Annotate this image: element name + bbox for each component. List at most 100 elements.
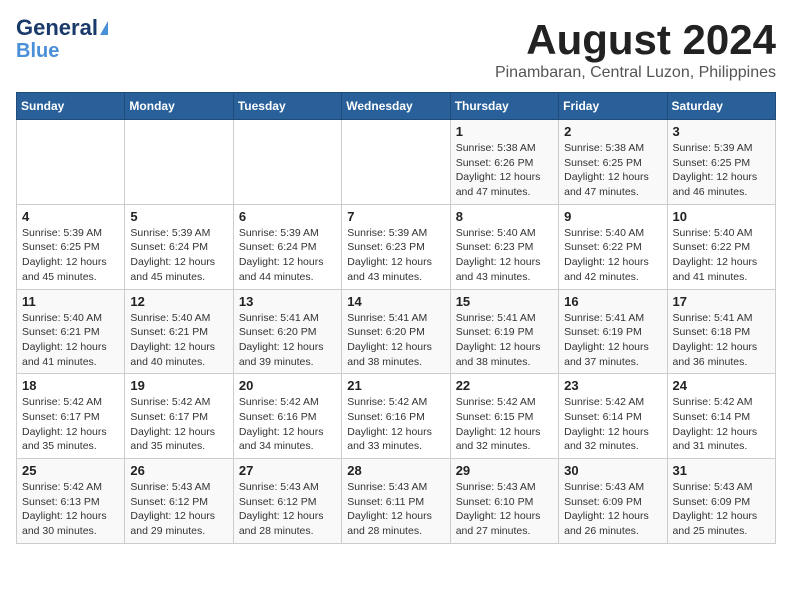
calendar-cell: 2 Sunrise: 5:38 AM Sunset: 6:25 PM Daylig…	[559, 120, 667, 205]
day-info: Sunrise: 5:39 AM Sunset: 6:24 PM Dayligh…	[239, 226, 336, 285]
page-title: August 2024	[495, 16, 776, 64]
day-number: 26	[130, 463, 227, 478]
day-of-week-header: Tuesday	[233, 93, 341, 120]
calendar-body: 1 Sunrise: 5:38 AM Sunset: 6:26 PM Daylig…	[17, 120, 776, 544]
day-info: Sunrise: 5:41 AM Sunset: 6:19 PM Dayligh…	[456, 311, 553, 370]
calendar-cell: 10 Sunrise: 5:40 AM Sunset: 6:22 PM Dayli…	[667, 204, 775, 289]
day-number: 5	[130, 209, 227, 224]
calendar-cell: 15 Sunrise: 5:41 AM Sunset: 6:19 PM Dayli…	[450, 289, 558, 374]
day-number: 8	[456, 209, 553, 224]
calendar-cell	[342, 120, 450, 205]
calendar-cell: 29Sunrise: 5:43 AM Sunset: 6:10 PM Dayli…	[450, 459, 558, 544]
calendar-cell: 27Sunrise: 5:43 AM Sunset: 6:12 PM Dayli…	[233, 459, 341, 544]
calendar-cell: 14 Sunrise: 5:41 AM Sunset: 6:20 PM Dayli…	[342, 289, 450, 374]
calendar-cell: 30Sunrise: 5:43 AM Sunset: 6:09 PM Dayli…	[559, 459, 667, 544]
day-info: Sunrise: 5:39 AM Sunset: 6:23 PM Dayligh…	[347, 226, 444, 285]
calendar-cell	[233, 120, 341, 205]
calendar-cell: 16 Sunrise: 5:41 AM Sunset: 6:19 PM Dayli…	[559, 289, 667, 374]
calendar-cell: 28Sunrise: 5:43 AM Sunset: 6:11 PM Dayli…	[342, 459, 450, 544]
calendar-cell: 24 Sunrise: 5:42 AM Sunset: 6:14 PM Dayli…	[667, 374, 775, 459]
day-info: Sunrise: 5:42 AM Sunset: 6:13 PM Dayligh…	[22, 480, 119, 539]
day-info: Sunrise: 5:40 AM Sunset: 6:22 PM Dayligh…	[673, 226, 770, 285]
day-info: Sunrise: 5:39 AM Sunset: 6:24 PM Dayligh…	[130, 226, 227, 285]
day-number: 22	[456, 378, 553, 393]
day-info: Sunrise: 5:38 AM Sunset: 6:25 PM Dayligh…	[564, 141, 661, 200]
calendar-cell: 12Sunrise: 5:40 AM Sunset: 6:21 PM Dayli…	[125, 289, 233, 374]
day-number: 10	[673, 209, 770, 224]
calendar-cell: 1 Sunrise: 5:38 AM Sunset: 6:26 PM Daylig…	[450, 120, 558, 205]
calendar-cell: 19 Sunrise: 5:42 AM Sunset: 6:17 PM Dayli…	[125, 374, 233, 459]
calendar-cell: 22 Sunrise: 5:42 AM Sunset: 6:15 PM Dayli…	[450, 374, 558, 459]
logo-triangle-icon	[100, 21, 108, 35]
calendar-cell: 23Sunrise: 5:42 AM Sunset: 6:14 PM Dayli…	[559, 374, 667, 459]
day-info: Sunrise: 5:41 AM Sunset: 6:20 PM Dayligh…	[347, 311, 444, 370]
day-number: 16	[564, 294, 661, 309]
page-header: General Blue August 2024 Pinambaran, Cen…	[16, 16, 776, 82]
calendar-table: SundayMondayTuesdayWednesdayThursdayFrid…	[16, 92, 776, 544]
day-number: 30	[564, 463, 661, 478]
day-info: Sunrise: 5:42 AM Sunset: 6:17 PM Dayligh…	[130, 395, 227, 454]
calendar-cell: 11 Sunrise: 5:40 AM Sunset: 6:21 PM Dayli…	[17, 289, 125, 374]
day-info: Sunrise: 5:39 AM Sunset: 6:25 PM Dayligh…	[673, 141, 770, 200]
day-number: 15	[456, 294, 553, 309]
logo: General Blue	[16, 16, 108, 62]
calendar-week-row: 1 Sunrise: 5:38 AM Sunset: 6:26 PM Daylig…	[17, 120, 776, 205]
day-of-week-header: Saturday	[667, 93, 775, 120]
calendar-cell: 4Sunrise: 5:39 AM Sunset: 6:25 PM Daylig…	[17, 204, 125, 289]
calendar-cell: 9Sunrise: 5:40 AM Sunset: 6:22 PM Daylig…	[559, 204, 667, 289]
day-info: Sunrise: 5:40 AM Sunset: 6:21 PM Dayligh…	[22, 311, 119, 370]
calendar-cell: 3 Sunrise: 5:39 AM Sunset: 6:25 PM Daylig…	[667, 120, 775, 205]
day-number: 27	[239, 463, 336, 478]
calendar-cell: 17 Sunrise: 5:41 AM Sunset: 6:18 PM Dayli…	[667, 289, 775, 374]
calendar-cell: 8 Sunrise: 5:40 AM Sunset: 6:23 PM Daylig…	[450, 204, 558, 289]
day-number: 3	[673, 124, 770, 139]
calendar-cell: 21 Sunrise: 5:42 AM Sunset: 6:16 PM Dayli…	[342, 374, 450, 459]
calendar-cell	[17, 120, 125, 205]
day-number: 17	[673, 294, 770, 309]
day-info: Sunrise: 5:42 AM Sunset: 6:16 PM Dayligh…	[347, 395, 444, 454]
day-of-week-header: Thursday	[450, 93, 558, 120]
calendar-cell: 7 Sunrise: 5:39 AM Sunset: 6:23 PM Daylig…	[342, 204, 450, 289]
calendar-cell: 20Sunrise: 5:42 AM Sunset: 6:16 PM Dayli…	[233, 374, 341, 459]
days-of-week-row: SundayMondayTuesdayWednesdayThursdayFrid…	[17, 93, 776, 120]
calendar-week-row: 25 Sunrise: 5:42 AM Sunset: 6:13 PM Dayli…	[17, 459, 776, 544]
day-info: Sunrise: 5:41 AM Sunset: 6:19 PM Dayligh…	[564, 311, 661, 370]
day-number: 11	[22, 294, 119, 309]
calendar-header: SundayMondayTuesdayWednesdayThursdayFrid…	[17, 93, 776, 120]
calendar-cell: 31Sunrise: 5:43 AM Sunset: 6:09 PM Dayli…	[667, 459, 775, 544]
day-number: 1	[456, 124, 553, 139]
day-info: Sunrise: 5:42 AM Sunset: 6:15 PM Dayligh…	[456, 395, 553, 454]
day-info: Sunrise: 5:43 AM Sunset: 6:12 PM Dayligh…	[130, 480, 227, 539]
day-number: 24	[673, 378, 770, 393]
day-of-week-header: Sunday	[17, 93, 125, 120]
day-number: 21	[347, 378, 444, 393]
day-number: 12	[130, 294, 227, 309]
day-of-week-header: Friday	[559, 93, 667, 120]
day-number: 19	[130, 378, 227, 393]
page-subtitle: Pinambaran, Central Luzon, Philippines	[495, 64, 776, 82]
day-info: Sunrise: 5:38 AM Sunset: 6:26 PM Dayligh…	[456, 141, 553, 200]
calendar-cell	[125, 120, 233, 205]
title-block: August 2024 Pinambaran, Central Luzon, P…	[495, 16, 776, 82]
day-info: Sunrise: 5:40 AM Sunset: 6:23 PM Dayligh…	[456, 226, 553, 285]
day-info: Sunrise: 5:42 AM Sunset: 6:14 PM Dayligh…	[673, 395, 770, 454]
calendar-cell: 25 Sunrise: 5:42 AM Sunset: 6:13 PM Dayli…	[17, 459, 125, 544]
day-number: 14	[347, 294, 444, 309]
day-of-week-header: Wednesday	[342, 93, 450, 120]
calendar-week-row: 18 Sunrise: 5:42 AM Sunset: 6:17 PM Dayli…	[17, 374, 776, 459]
calendar-cell: 6Sunrise: 5:39 AM Sunset: 6:24 PM Daylig…	[233, 204, 341, 289]
day-number: 7	[347, 209, 444, 224]
day-info: Sunrise: 5:41 AM Sunset: 6:18 PM Dayligh…	[673, 311, 770, 370]
day-info: Sunrise: 5:43 AM Sunset: 6:11 PM Dayligh…	[347, 480, 444, 539]
day-number: 29	[456, 463, 553, 478]
day-number: 18	[22, 378, 119, 393]
day-number: 25	[22, 463, 119, 478]
day-info: Sunrise: 5:41 AM Sunset: 6:20 PM Dayligh…	[239, 311, 336, 370]
day-number: 23	[564, 378, 661, 393]
logo-text-blue: Blue	[16, 40, 59, 62]
day-info: Sunrise: 5:40 AM Sunset: 6:22 PM Dayligh…	[564, 226, 661, 285]
day-number: 13	[239, 294, 336, 309]
day-number: 2	[564, 124, 661, 139]
calendar-cell: 5 Sunrise: 5:39 AM Sunset: 6:24 PM Daylig…	[125, 204, 233, 289]
calendar-cell: 26 Sunrise: 5:43 AM Sunset: 6:12 PM Dayli…	[125, 459, 233, 544]
